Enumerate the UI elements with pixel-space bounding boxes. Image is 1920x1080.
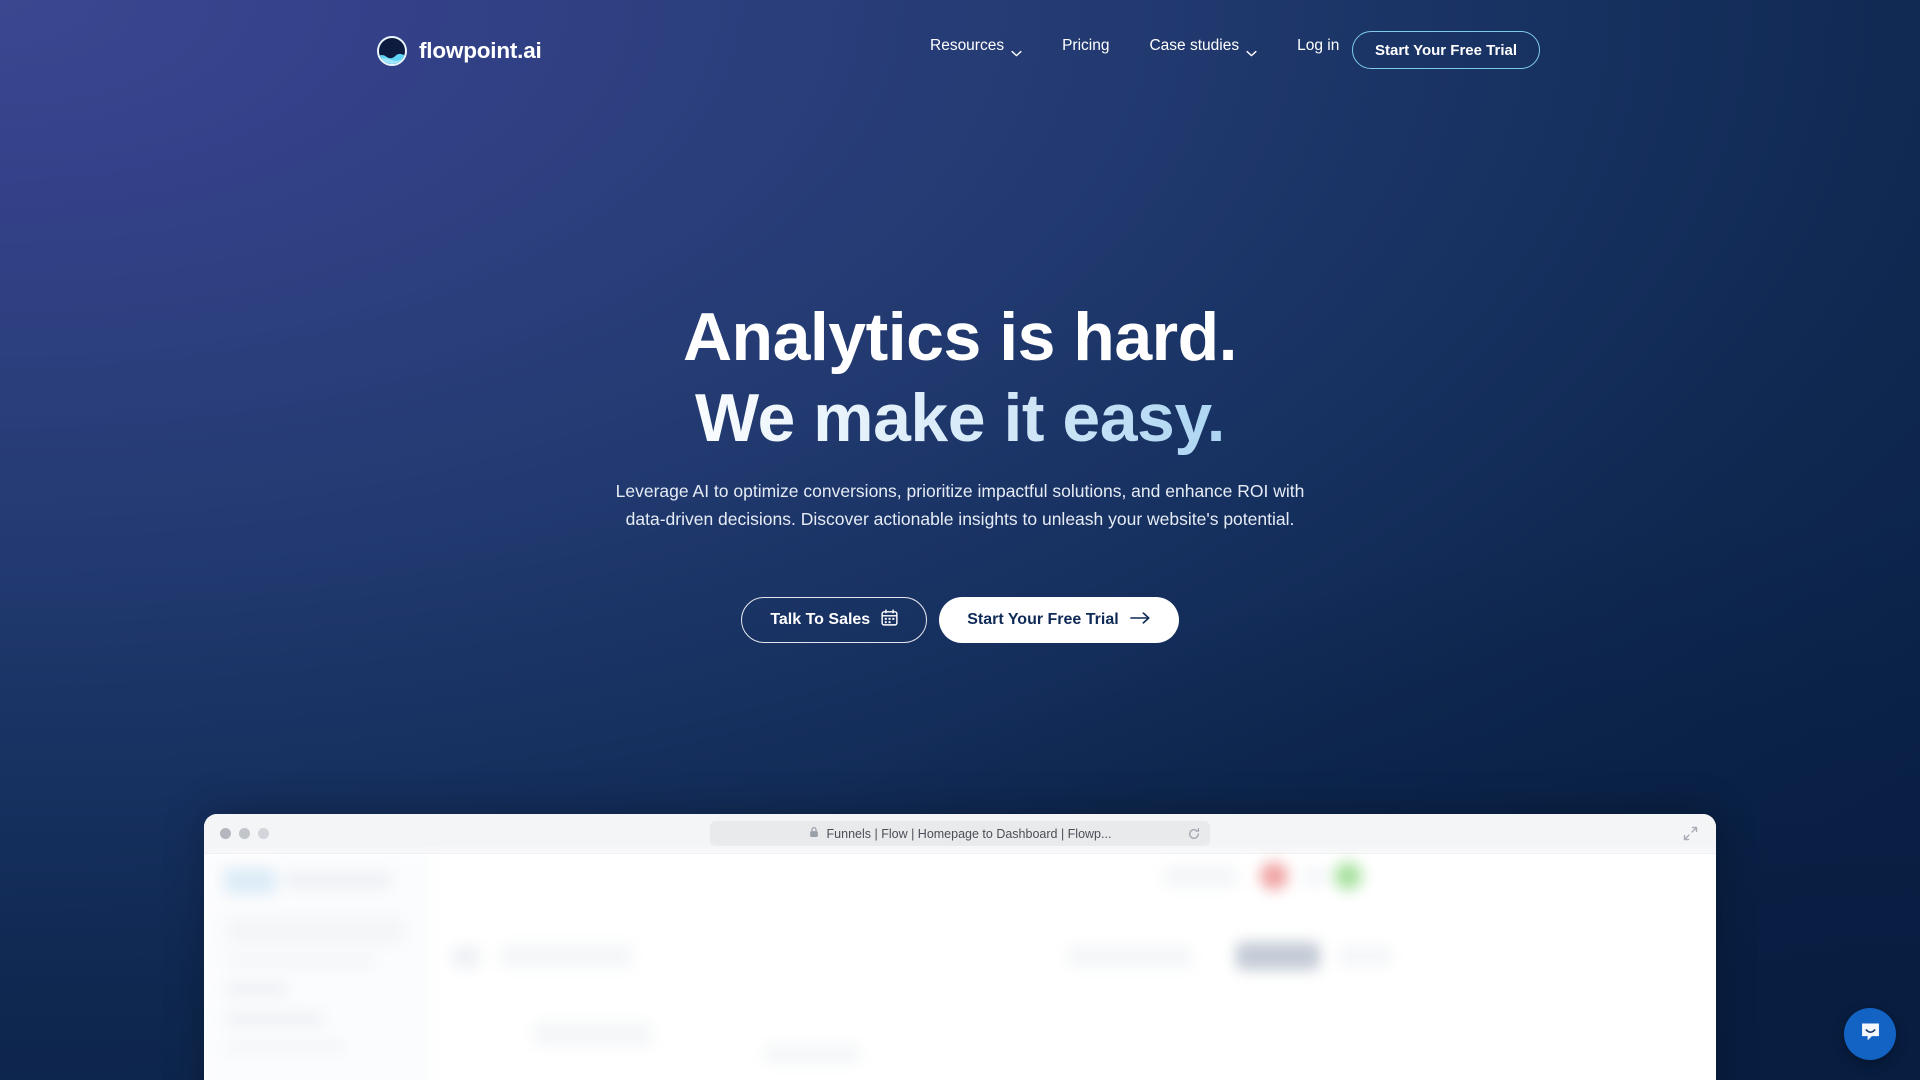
talk-to-sales-label: Talk To Sales (770, 611, 871, 628)
page-root: flowpoint.ai Resources Pricing Case stud… (0, 0, 1920, 1080)
lock-icon (809, 825, 819, 843)
skeleton-block (1068, 946, 1192, 968)
nav-item-log-in[interactable]: Log in (1277, 29, 1359, 63)
browser-mockup-window: Funnels | Flow | Homepage to Dashboard |… (204, 814, 1716, 1080)
hero-headline-line1: Analytics is hard. (682, 299, 1238, 375)
main-navigation: Resources Pricing Case studies Log in (910, 29, 1359, 63)
nav-item-label: Pricing (1062, 37, 1110, 54)
skeleton-block (534, 1022, 652, 1046)
site-header: flowpoint.ai Resources Pricing Case stud… (0, 0, 1920, 84)
skeleton-badge-green (1334, 862, 1362, 890)
hero-headline: Analytics is hard. We make it easy. (0, 297, 1920, 459)
brand-name: flowpoint.ai (419, 37, 542, 63)
arrow-right-icon (1129, 611, 1151, 630)
chat-widget-button[interactable] (1844, 1008, 1896, 1060)
start-free-trial-label: Start Your Free Trial (967, 611, 1119, 628)
nav-item-label: Case studies (1149, 37, 1240, 54)
skeleton-block (1164, 866, 1238, 888)
nav-item-pricing[interactable]: Pricing (1042, 29, 1129, 63)
nav-item-case-studies[interactable]: Case studies (1129, 29, 1277, 63)
skeleton-block (764, 1044, 860, 1064)
header-start-free-trial-button[interactable]: Start Your Free Trial (1352, 31, 1540, 69)
window-traffic-lights (220, 828, 269, 839)
hero-subheadline: Leverage AI to optimize conversions, pri… (615, 481, 1305, 529)
skeleton-block (284, 872, 392, 889)
skeleton-block (452, 946, 480, 968)
skeleton-block (1340, 946, 1392, 966)
flowpoint-circle-wave-logo-icon (377, 36, 407, 66)
minimize-dot-icon[interactable] (239, 828, 250, 839)
close-dot-icon[interactable] (220, 828, 231, 839)
nav-item-resources[interactable]: Resources (910, 29, 1042, 63)
chevron-down-icon (1246, 44, 1257, 56)
browser-url-bar[interactable]: Funnels | Flow | Homepage to Dashboard |… (710, 821, 1210, 846)
nav-item-label: Resources (930, 37, 1005, 54)
browser-url-text: Funnels | Flow | Homepage to Dashboard |… (826, 826, 1112, 841)
chevron-down-icon (1011, 44, 1022, 56)
skeleton-block (226, 982, 288, 996)
expand-arrows-icon[interactable] (1683, 826, 1698, 841)
reload-icon[interactable] (1188, 827, 1200, 840)
maximize-dot-icon[interactable] (258, 828, 269, 839)
skeleton-block (226, 954, 376, 968)
dashboard-preview-blurred (204, 854, 1716, 1080)
skeleton-block (1236, 942, 1320, 970)
skeleton-block (226, 1012, 324, 1026)
hero-start-free-trial-button[interactable]: Start Your Free Trial (939, 597, 1179, 643)
intercom-message-icon (1859, 1020, 1882, 1048)
skeleton-badge-red (1260, 862, 1288, 890)
skeleton-block (500, 944, 632, 968)
skeleton-block (224, 868, 276, 894)
skeleton-block (226, 916, 404, 946)
nav-item-label: Log in (1297, 37, 1340, 54)
hero-cta-row: Talk To Sales Start Your Free Trial (0, 597, 1920, 643)
browser-title-bar: Funnels | Flow | Homepage to Dashboard |… (204, 814, 1716, 854)
skeleton-block (1302, 868, 1326, 886)
brand-logo-link[interactable]: flowpoint.ai (377, 36, 542, 66)
skeleton-block (226, 1040, 346, 1054)
hero-headline-line2: We make it easy. (0, 378, 1920, 459)
talk-to-sales-button[interactable]: Talk To Sales (741, 597, 928, 643)
calendar-icon (881, 609, 898, 631)
